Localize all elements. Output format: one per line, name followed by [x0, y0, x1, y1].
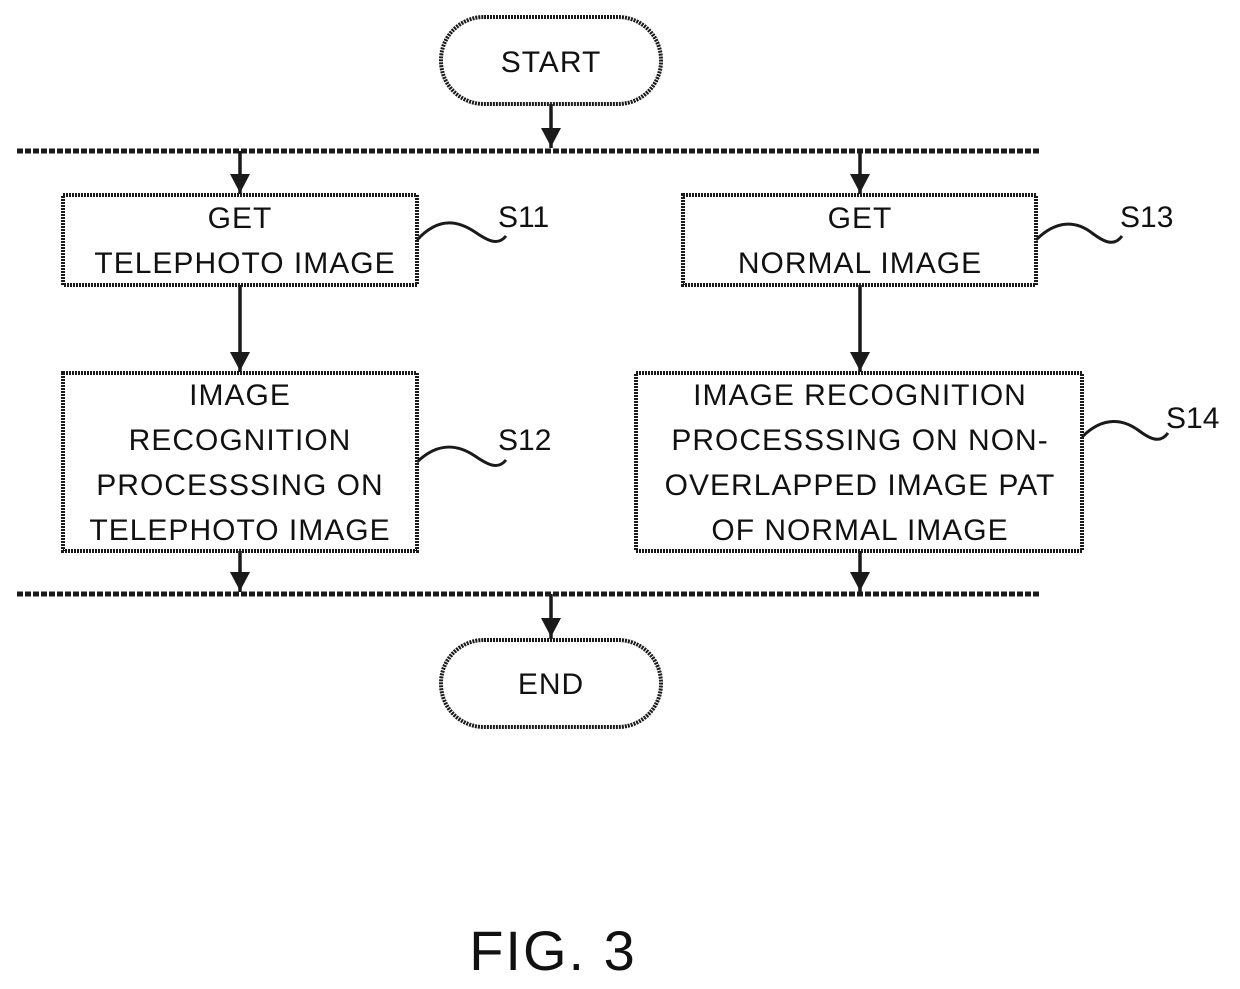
leader-line	[415, 445, 508, 467]
process-s14-line-2: PROCESSSING ON NON-	[671, 424, 1048, 457]
step-ref-s11: S11	[415, 201, 549, 243]
edge-s11-to-s12	[230, 285, 250, 372]
process-s12-line-1: IMAGE	[189, 379, 291, 412]
process-s14-line-1: IMAGE RECOGNITION	[693, 379, 1027, 412]
edge-join-to-end	[541, 594, 561, 639]
step-ref-s14: S14	[1080, 402, 1219, 441]
arrowhead-icon	[230, 352, 250, 371]
arrowhead-icon	[850, 572, 870, 591]
process-s12: IMAGE RECOGNITION PROCESSSING ON TELEPHO…	[61, 371, 419, 553]
arrowhead-icon	[850, 174, 870, 193]
step-ref-s12: S12	[415, 424, 551, 467]
edge-s14-to-join	[850, 551, 870, 592]
figure-caption: FIG. 3	[469, 919, 637, 982]
process-s13-line-1: GET	[828, 202, 893, 235]
step-label-s11: S11	[498, 201, 549, 234]
process-s12-line-4: TELEPHOTO IMAGE	[89, 514, 390, 547]
leader-line	[415, 221, 508, 243]
process-s14: IMAGE RECOGNITION PROCESSSING ON NON- OV…	[634, 371, 1084, 553]
arrowhead-icon	[230, 174, 250, 193]
step-label-s12: S12	[498, 424, 551, 457]
arrowhead-icon	[850, 352, 870, 371]
start-terminal: START	[439, 15, 663, 106]
step-label-s14: S14	[1166, 402, 1219, 435]
process-s11-line-1: GET	[208, 202, 273, 235]
edge-s12-to-join	[230, 551, 250, 592]
process-s13: GET NORMAL IMAGE	[681, 193, 1038, 287]
step-ref-s13: S13	[1034, 201, 1173, 244]
process-s14-line-4: OF NORMAL IMAGE	[711, 514, 1008, 547]
process-s11: GET TELEPHOTO IMAGE	[61, 193, 419, 287]
edge-s13-to-s14	[850, 285, 870, 372]
edge-fork-to-s13	[850, 151, 870, 194]
process-s12-line-2: RECOGNITION	[129, 424, 352, 457]
process-s11-line-2: TELEPHOTO IMAGE	[94, 247, 395, 280]
edge-start-to-fork	[541, 104, 561, 148]
arrowhead-icon	[541, 618, 561, 637]
arrowhead-icon	[230, 572, 250, 591]
arrowhead-icon	[541, 128, 561, 147]
leader-line	[1034, 222, 1124, 244]
process-s12-line-3: PROCESSSING ON	[96, 469, 383, 502]
process-s13-line-2: NORMAL IMAGE	[738, 247, 982, 280]
leader-line	[1080, 420, 1170, 441]
edge-fork-to-s11	[230, 151, 250, 194]
flowchart-canvas: START END GET TELEPHOTO IMAGE GET NORMAL…	[17, 15, 1219, 982]
step-label-s13: S13	[1120, 201, 1173, 234]
end-terminal: END	[439, 638, 663, 729]
process-s14-line-3: OVERLAPPED IMAGE PAT	[665, 469, 1056, 502]
start-label: START	[501, 46, 602, 79]
end-label: END	[518, 668, 584, 701]
